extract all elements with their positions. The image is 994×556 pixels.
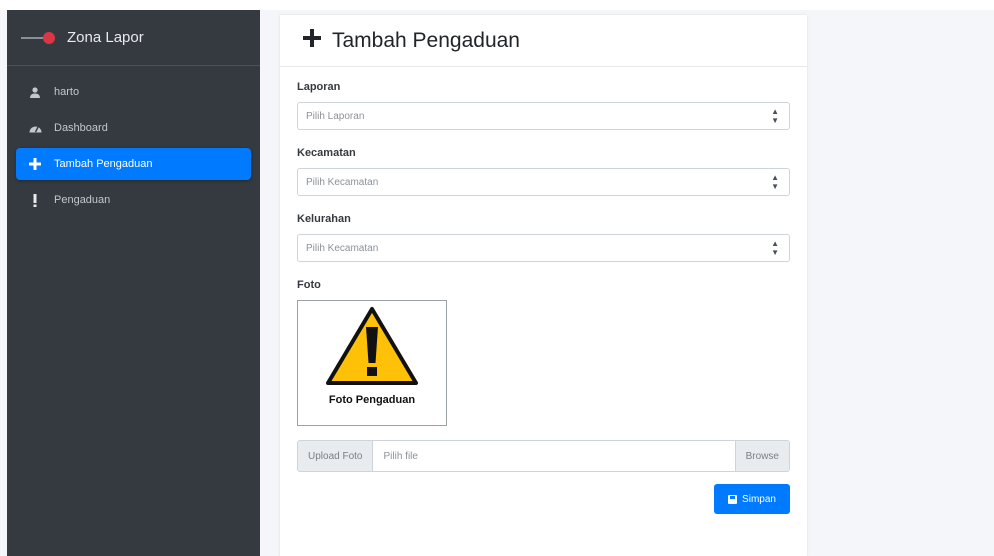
foto-label: Foto	[297, 279, 321, 291]
kelurahan-select[interactable]: Pilih Kecamatan ▲ ▼	[297, 234, 790, 262]
sidebar-item-label: Dashboard	[54, 122, 108, 134]
dashboard-icon	[28, 123, 42, 133]
sidebar-item-user[interactable]: harto	[16, 76, 251, 108]
plus-icon	[302, 28, 322, 53]
brand-link[interactable]: Zona Lapor	[7, 10, 260, 66]
kelurahan-label: Kelurahan	[297, 213, 351, 225]
kecamatan-label: Kecamatan	[297, 147, 356, 159]
laporan-select[interactable]: Pilih Laporan ▲ ▼	[297, 102, 790, 130]
form-actions: Simpan	[297, 484, 790, 514]
kecamatan-select-value: Pilih Kecamatan	[306, 176, 379, 188]
sidebar-item-tambah-pengaduan[interactable]: Tambah Pengaduan	[16, 148, 251, 180]
photo-preview: Foto Pengaduan	[297, 300, 447, 426]
card-header: Tambah Pengaduan	[280, 15, 807, 67]
select-caret-icon: ▲ ▼	[771, 239, 779, 257]
kelurahan-select-value: Pilih Kecamatan	[306, 242, 379, 254]
photo-caption: Foto Pengaduan	[328, 394, 416, 406]
select-caret-icon: ▲ ▼	[771, 173, 779, 191]
select-caret-icon: ▲ ▼	[771, 107, 779, 125]
save-button[interactable]: Simpan	[714, 484, 790, 514]
brand-name: Zona Lapor	[67, 29, 144, 46]
page-title: Tambah Pengaduan	[332, 28, 520, 52]
plus-icon	[28, 158, 42, 170]
laporan-select-value: Pilih Laporan	[306, 110, 365, 122]
sidebar-item-label: Pengaduan	[54, 194, 111, 206]
sidebar-item-dashboard[interactable]: Dashboard	[16, 112, 251, 144]
browse-button[interactable]: Browse	[734, 441, 789, 471]
complaint-form-card: Tambah Pengaduan Laporan Pilih Laporan ▲…	[280, 15, 807, 556]
file-input[interactable]: Pilih file	[373, 441, 734, 471]
laporan-label: Laporan	[297, 81, 341, 93]
form-body: Laporan Pilih Laporan ▲ ▼ Kecamatan Pilih…	[280, 67, 807, 514]
file-upload: Upload Foto Pilih file Browse	[297, 440, 790, 472]
sidebar-nav: harto Dashboard Tambah Pengaduan Pengadu…	[7, 66, 260, 216]
sidebar: Zona Lapor harto Dashboard Tambah Pengad…	[7, 10, 260, 556]
sidebar-item-pengaduan[interactable]: Pengaduan	[16, 184, 251, 216]
logo-icon	[21, 31, 59, 45]
warning-icon	[322, 301, 422, 392]
save-icon	[728, 494, 738, 504]
user-icon	[28, 86, 42, 98]
top-bar	[0, 0, 994, 10]
kecamatan-select[interactable]: Pilih Kecamatan ▲ ▼	[297, 168, 790, 196]
sidebar-item-label: harto	[54, 86, 80, 98]
save-button-label: Simpan	[742, 493, 776, 505]
exclamation-icon	[28, 193, 42, 207]
main-content: Tambah Pengaduan Laporan Pilih Laporan ▲…	[260, 10, 994, 556]
upload-prefix-label: Upload Foto	[298, 441, 374, 471]
sidebar-item-label: Tambah Pengaduan	[54, 158, 153, 170]
